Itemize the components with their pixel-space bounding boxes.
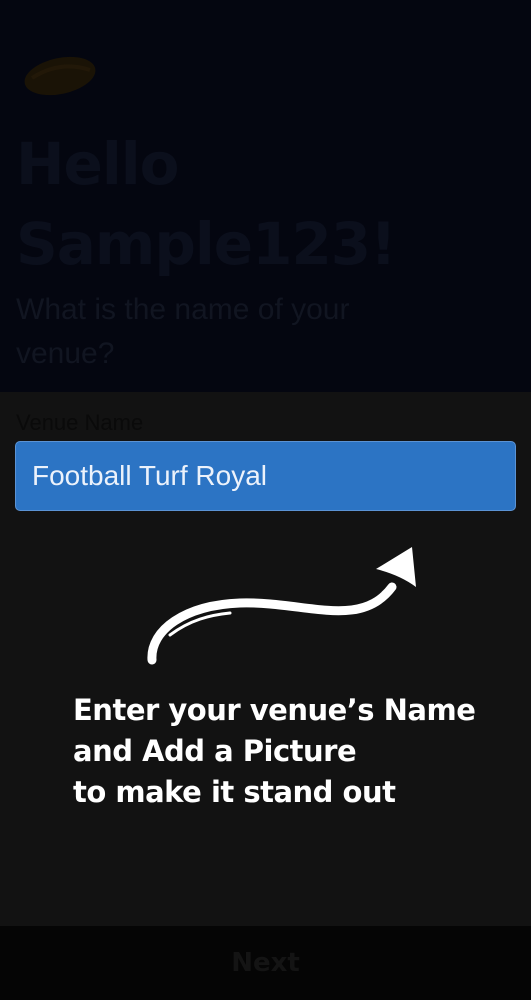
header-section: Hello Sample123! What is the name of you… [0,0,531,392]
footer-bar: Next [0,926,531,1000]
venue-name-input[interactable] [15,441,516,511]
venue-question: What is the name of your venue? [16,293,350,370]
venue-name-label: Venue Name [16,410,144,435]
curved-arrow-icon [147,547,416,665]
tip-line: to make it stand out [73,775,396,809]
coachmark-tip: Enter your venue’s Name and Add a Pictur… [73,690,513,813]
onboarding-screen: Hello Sample123! What is the name of you… [0,0,531,1000]
tip-line: and Add a Picture [73,734,357,768]
football-logo-icon [24,56,96,96]
greeting-title: Hello Sample123! [16,130,397,278]
tip-line: Enter your venue’s Name [73,693,476,727]
next-button[interactable]: Next [0,926,531,1000]
